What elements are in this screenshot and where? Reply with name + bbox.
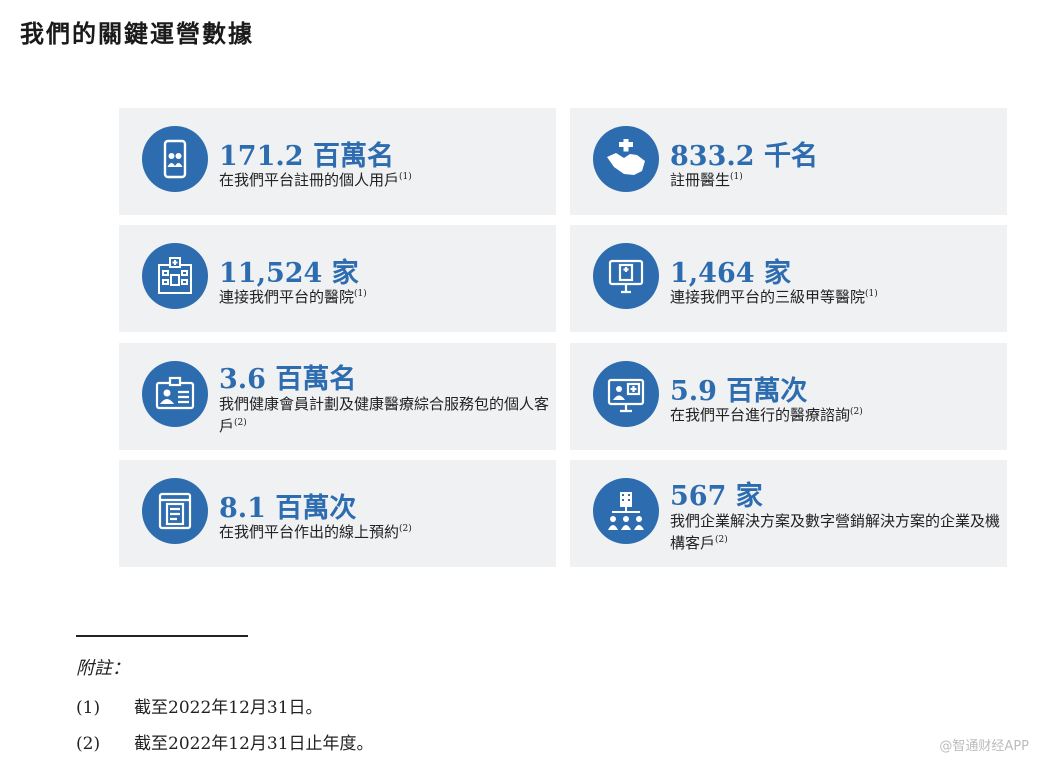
stat-value: 1,464 家: [670, 258, 791, 289]
footnote-marker: (1): [865, 289, 878, 299]
note-number: (1): [76, 698, 101, 718]
stat-card-connected-hospitals: 11,524 家 連接我們平台的醫院(1): [119, 225, 556, 332]
stat-value: 171.2 百萬名: [219, 141, 394, 172]
member-card-icon: [142, 361, 208, 427]
watermark: @智通财经APP: [939, 739, 1029, 754]
stat-description: 我們企業解決方案及數字營銷解決方案的企業及機構客戶(2): [670, 512, 1001, 552]
footnote-marker: (1): [730, 172, 743, 182]
stat-value: 5.9 百萬次: [670, 376, 808, 407]
note-number: (2): [76, 734, 101, 754]
footnote-marker: (2): [715, 535, 728, 545]
enterprise-org-icon: [593, 478, 659, 544]
notes-divider: [76, 635, 248, 637]
footnote-marker: (1): [399, 172, 412, 182]
stat-card-grade-a-hospitals: 1,464 家 連接我們平台的三級甲等醫院(1): [570, 225, 1007, 332]
stat-description: 我們健康會員計劃及健康醫療綜合服務包的個人客戶(2): [219, 395, 550, 435]
stat-value: 567 家: [670, 481, 763, 512]
hospital-monitor-icon: [593, 243, 659, 309]
footnote-marker: (1): [354, 289, 367, 299]
stat-description: 連接我們平台的三級甲等醫院(1): [670, 288, 878, 306]
stat-value: 3.6 百萬名: [219, 364, 357, 395]
stat-value: 11,524 家: [219, 258, 359, 289]
page-title: 我們的關鍵運營數據: [20, 19, 254, 48]
stat-description: 在我們平台進行的醫療諮詢(2): [670, 406, 863, 424]
footnote-marker: (2): [399, 524, 412, 534]
stat-card-registered-users: 171.2 百萬名 在我們平台註冊的個人用戶(1): [119, 108, 556, 215]
medical-handshake-icon: [593, 126, 659, 192]
footnote-marker: (2): [234, 418, 247, 428]
stat-card-medical-consultations: 5.9 百萬次 在我們平台進行的醫療諮詢(2): [570, 343, 1007, 450]
note-item: (1) 截至2022年12月31日。: [76, 693, 323, 718]
stat-description: 註冊醫生(1): [670, 171, 743, 189]
note-text: 截至2022年12月31日止年度。: [134, 734, 374, 754]
stat-description: 連接我們平台的醫院(1): [219, 288, 367, 306]
notes-heading: 附註：: [76, 658, 130, 679]
video-consultation-icon: [593, 361, 659, 427]
phone-users-icon: [142, 126, 208, 192]
online-booking-icon: [142, 478, 208, 544]
note-item: (2) 截至2022年12月31日止年度。: [76, 729, 374, 754]
stat-description: 在我們平台作出的線上預約(2): [219, 523, 412, 541]
stat-card-enterprise-clients: 567 家 我們企業解決方案及數字營銷解決方案的企業及機構客戶(2): [570, 460, 1007, 567]
stat-value: 833.2 千名: [670, 141, 818, 172]
stat-card-health-members: 3.6 百萬名 我們健康會員計劃及健康醫療綜合服務包的個人客戶(2): [119, 343, 556, 450]
stat-card-online-bookings: 8.1 百萬次 在我們平台作出的線上預約(2): [119, 460, 556, 567]
stat-value: 8.1 百萬次: [219, 493, 357, 524]
note-text: 截至2022年12月31日。: [134, 698, 323, 718]
stat-description: 在我們平台註冊的個人用戶(1): [219, 171, 412, 189]
hospital-building-icon: [142, 243, 208, 309]
stat-card-registered-doctors: 833.2 千名 註冊醫生(1): [570, 108, 1007, 215]
footnote-marker: (2): [850, 407, 863, 417]
